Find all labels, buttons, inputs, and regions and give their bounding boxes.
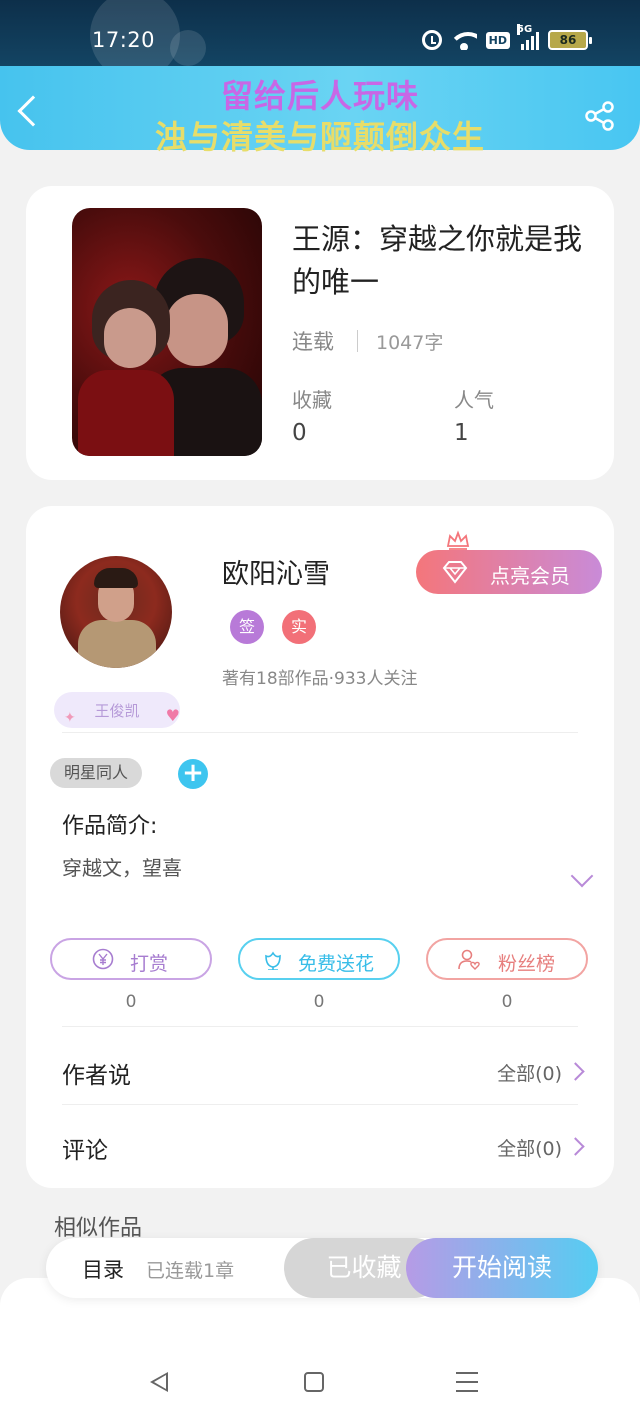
author-stats: 著有18部作品·933人关注 [222, 669, 418, 689]
stat-value-collect: 0 [292, 420, 307, 446]
comments-all[interactable]: 全部(0) [497, 1134, 562, 1161]
author-says-all[interactable]: 全部(0) [497, 1059, 562, 1086]
status-bar: 17:20 HD 5G 86 [0, 0, 640, 80]
nav-back-icon-inner [154, 1375, 166, 1389]
chevron-down-icon[interactable] [570, 864, 594, 888]
alarm-icon [421, 30, 442, 50]
book-cover[interactable] [72, 208, 262, 456]
fan-icon [458, 949, 480, 970]
reward-button[interactable]: 打赏 [50, 938, 212, 980]
send-flower-button[interactable]: 免费送花 [238, 938, 400, 980]
heart-icon: ♥ [165, 706, 180, 725]
header-banner: 留给后人玩味 浊与清美与陋颠倒众生 [0, 66, 640, 156]
chevron-right-icon [566, 1137, 585, 1156]
signal-icon: 5G [517, 24, 539, 50]
reward-count: 0 [125, 992, 137, 1012]
book-title: 王源：穿越之你就是我的唯一 [292, 222, 583, 299]
divider [62, 1026, 578, 1027]
yen-icon [92, 948, 114, 970]
fan-ranking-button[interactable]: 粉丝榜 [426, 938, 588, 980]
decor-bubble [170, 30, 206, 66]
banner-line-1: 留给后人玩味 [220, 77, 419, 115]
crown-icon [446, 530, 470, 550]
divider [62, 732, 578, 733]
status-icons: HD 5G 86 [421, 24, 592, 50]
author-card: ✦ 王俊凯 ♥ 欧阳沁雪 点亮会员 签 实 著有18部作品·933人关注 明星同… [26, 506, 614, 1188]
chevron-right-icon [566, 1062, 585, 1081]
fan-count: 0 [501, 992, 513, 1012]
toc-chapter-count: 已连载1章 [146, 1260, 235, 1282]
author-says-label: 作者说 [62, 1063, 131, 1089]
start-reading-button[interactable]: 开始阅读 [406, 1238, 598, 1298]
reading-action-bar: 目录 已连载1章 已收藏 开始阅读 [46, 1238, 598, 1298]
fan-tag: ✦ 王俊凯 ♥ [54, 692, 180, 728]
intro-label: 作品简介: [62, 814, 158, 839]
system-nav-bar [0, 1360, 640, 1406]
stat-label-collect: 收藏 [292, 388, 332, 412]
book-word-count: 1047字 [376, 332, 444, 354]
fan-tag-label: 王俊凯 [94, 702, 140, 720]
signed-badge: 签 [230, 610, 264, 644]
diamond-icon [442, 561, 468, 584]
divider [62, 1104, 578, 1105]
banner-line-2: 浊与清美与陋颠倒众生 [154, 118, 485, 156]
stat-value-popularity: 1 [454, 420, 469, 446]
intro-text: 穿越文，望喜 [62, 856, 182, 880]
send-flower-button-label: 免费送花 [298, 953, 375, 975]
flower-icon [265, 951, 281, 970]
member-button[interactable]: 点亮会员 [416, 550, 602, 594]
flower-count: 0 [313, 992, 325, 1012]
genre-tag[interactable]: 明星同人 [50, 758, 143, 788]
battery-icon: 86 [548, 30, 592, 50]
status-time: 17:20 [92, 28, 156, 52]
author-avatar[interactable] [60, 556, 172, 668]
book-info-card: 王源：穿越之你就是我的唯一 连载 1047字 收藏 0 人气 1 [26, 186, 614, 480]
divider [357, 330, 358, 352]
member-button-label: 点亮会员 [490, 564, 570, 588]
verified-badge: 实 [282, 610, 316, 644]
book-status: 连载 [292, 330, 334, 354]
nav-home-icon[interactable] [304, 1372, 324, 1392]
hd-icon: HD [485, 31, 510, 49]
comments-label: 评论 [62, 1138, 108, 1164]
reward-button-label: 打赏 [130, 953, 169, 975]
share-icon[interactable] [584, 100, 616, 132]
fan-ranking-button-label: 粉丝榜 [498, 953, 556, 975]
author-name[interactable]: 欧阳沁雪 [222, 552, 330, 591]
stat-label-popularity: 人气 [454, 388, 494, 412]
add-tag-button[interactable]: + [178, 759, 208, 789]
wifi-icon [450, 30, 477, 50]
nav-menu-icon[interactable] [456, 1372, 478, 1392]
toc-label[interactable]: 目录 [82, 1254, 124, 1284]
network-type: 5G [517, 24, 533, 35]
